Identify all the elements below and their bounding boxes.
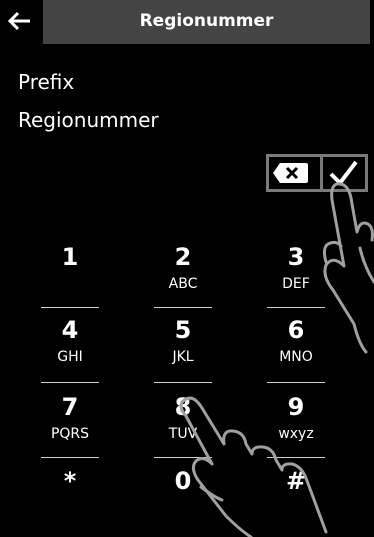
area-code-field[interactable]: Regionummer bbox=[18, 108, 159, 132]
key-star[interactable]: * bbox=[20, 467, 120, 529]
key-5[interactable]: 5 JKL bbox=[133, 316, 233, 378]
key-digit: 2 bbox=[174, 243, 192, 271]
keypad-separator bbox=[267, 382, 325, 383]
header-bar: Regionummer bbox=[0, 0, 374, 44]
keypad-separator bbox=[154, 457, 212, 458]
key-6[interactable]: 6 MNO bbox=[246, 316, 346, 378]
key-hash[interactable]: # bbox=[246, 467, 346, 529]
key-letters: MNO bbox=[279, 349, 313, 365]
key-8[interactable]: 8 TUV bbox=[133, 393, 233, 455]
key-letters: ABC bbox=[168, 276, 198, 292]
key-digit: 0 bbox=[174, 467, 192, 495]
keypad-separator bbox=[41, 307, 99, 308]
key-4[interactable]: 4 GHI bbox=[20, 316, 120, 378]
title-bar: Regionummer bbox=[43, 0, 370, 44]
keypad-separator bbox=[41, 382, 99, 383]
key-digit: 3 bbox=[287, 243, 305, 271]
key-digit: 8 bbox=[174, 393, 192, 421]
keypad-separator bbox=[154, 307, 212, 308]
key-digit: * bbox=[63, 467, 77, 495]
prefix-label: Prefix bbox=[18, 70, 75, 94]
back-button[interactable] bbox=[6, 6, 36, 38]
key-letters: wxyz bbox=[278, 426, 314, 442]
checkmark-icon bbox=[329, 160, 358, 187]
key-digit: 4 bbox=[61, 316, 79, 344]
page-title: Regionummer bbox=[139, 11, 274, 31]
key-digit: 1 bbox=[61, 243, 79, 271]
key-2[interactable]: 2 ABC bbox=[133, 243, 233, 305]
key-0[interactable]: 0 bbox=[133, 467, 233, 529]
key-digit: # bbox=[285, 467, 307, 495]
key-1[interactable]: 1 bbox=[20, 243, 120, 305]
key-digit: 5 bbox=[174, 316, 192, 344]
key-letters: TUV bbox=[168, 426, 198, 442]
keypad-separator bbox=[154, 382, 212, 383]
keypad-separator bbox=[41, 457, 99, 458]
key-digit: 6 bbox=[287, 316, 305, 344]
key-digit: 7 bbox=[61, 393, 79, 421]
key-letters: GHI bbox=[57, 349, 83, 365]
key-digit: 9 bbox=[287, 393, 305, 421]
backspace-icon bbox=[273, 163, 308, 183]
key-letters: DEF bbox=[282, 276, 310, 292]
key-9[interactable]: 9 wxyz bbox=[246, 393, 346, 455]
keypad-separator bbox=[267, 457, 325, 458]
confirm-button[interactable] bbox=[322, 157, 366, 189]
key-letters: JKL bbox=[172, 349, 194, 365]
delete-button[interactable] bbox=[270, 157, 316, 189]
key-3[interactable]: 3 DEF bbox=[246, 243, 346, 305]
key-7[interactable]: 7 PQRS bbox=[20, 393, 120, 455]
back-arrow-icon bbox=[7, 11, 30, 31]
keypad-separator bbox=[267, 307, 325, 308]
key-letters: PQRS bbox=[50, 426, 90, 442]
